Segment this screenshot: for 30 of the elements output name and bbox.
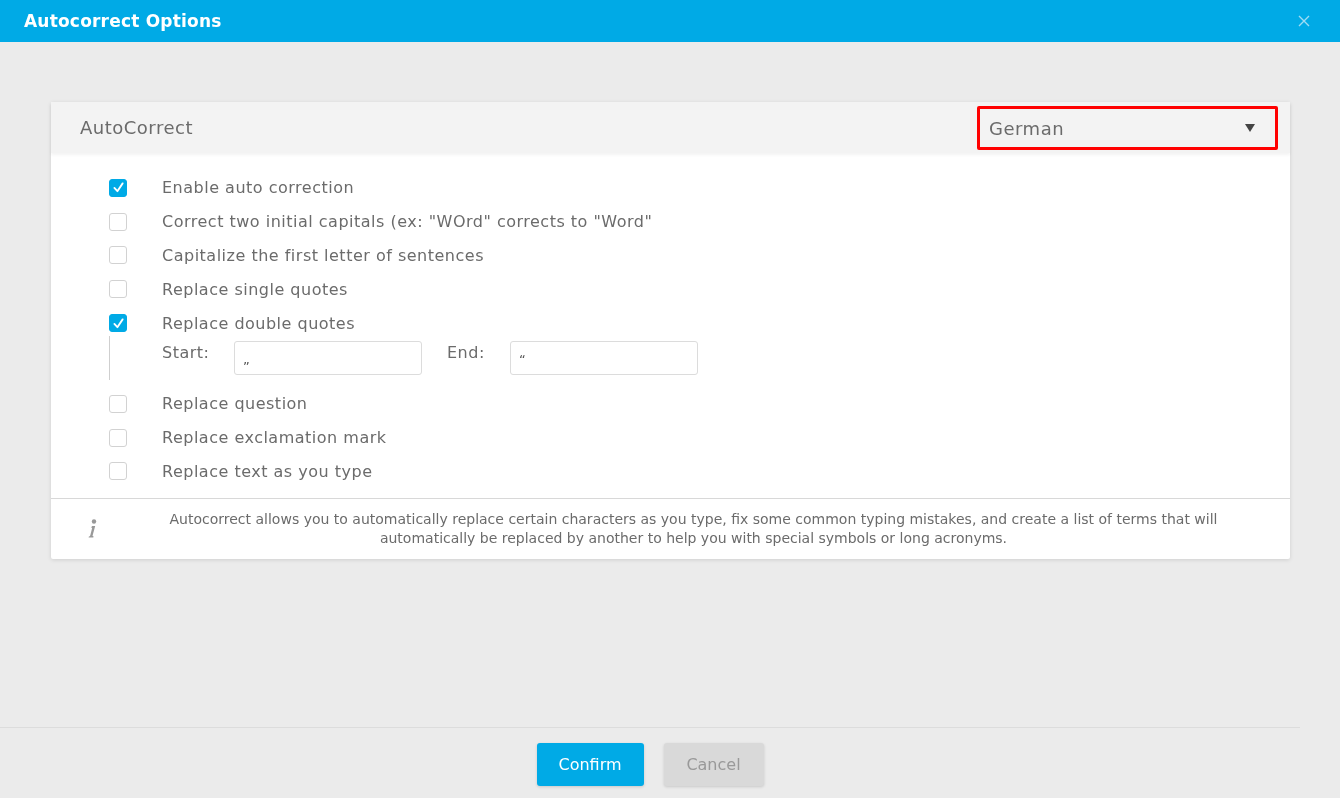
field-label: Start: bbox=[162, 342, 211, 362]
check-icon bbox=[112, 182, 124, 194]
checkbox[interactable] bbox=[109, 462, 127, 481]
field-label: End: bbox=[447, 342, 486, 362]
option-label: Enable auto correction bbox=[162, 178, 355, 198]
option-label: Replace text as you type bbox=[162, 461, 373, 481]
option-label: Capitalize the first letter of sentences bbox=[162, 246, 484, 265]
window-title: Autocorrect Options bbox=[24, 11, 222, 31]
input-field[interactable]: “ bbox=[510, 341, 698, 375]
checkbox[interactable] bbox=[109, 394, 127, 413]
checkbox[interactable] bbox=[109, 246, 127, 265]
caret-icon bbox=[1245, 124, 1255, 132]
option-label: Replace double quotes bbox=[162, 313, 356, 333]
info-icon bbox=[87, 519, 97, 540]
option-label: Replace exclamation mark bbox=[162, 428, 387, 448]
checkbox[interactable] bbox=[109, 280, 127, 299]
option-label: Correct two initial capitals (ex: "WOrd" corrects to "Word" bbox=[162, 212, 653, 232]
option-label: Replace single quotes bbox=[162, 279, 348, 299]
checkbox[interactable] bbox=[109, 178, 127, 197]
info-text: Autocorrect allows you to automatically replace certain characters as you type, fix some common typing mistakes, and create a list of terms that will automatically be replaced by another to help you with special symbols or long acronyms. bbox=[168, 510, 1219, 549]
close-icon[interactable] bbox=[1298, 15, 1310, 27]
confirm-button[interactable]: Confirm bbox=[536, 743, 644, 786]
input-field[interactable]: „ bbox=[234, 341, 422, 375]
check-icon bbox=[112, 317, 124, 329]
checkbox[interactable] bbox=[109, 212, 127, 231]
panel-title: AutoCorrect bbox=[80, 117, 193, 138]
checkbox[interactable] bbox=[109, 314, 127, 333]
checkbox[interactable] bbox=[109, 428, 127, 447]
language-select[interactable]: German bbox=[977, 106, 1278, 150]
option-label: Replace question bbox=[162, 394, 308, 414]
